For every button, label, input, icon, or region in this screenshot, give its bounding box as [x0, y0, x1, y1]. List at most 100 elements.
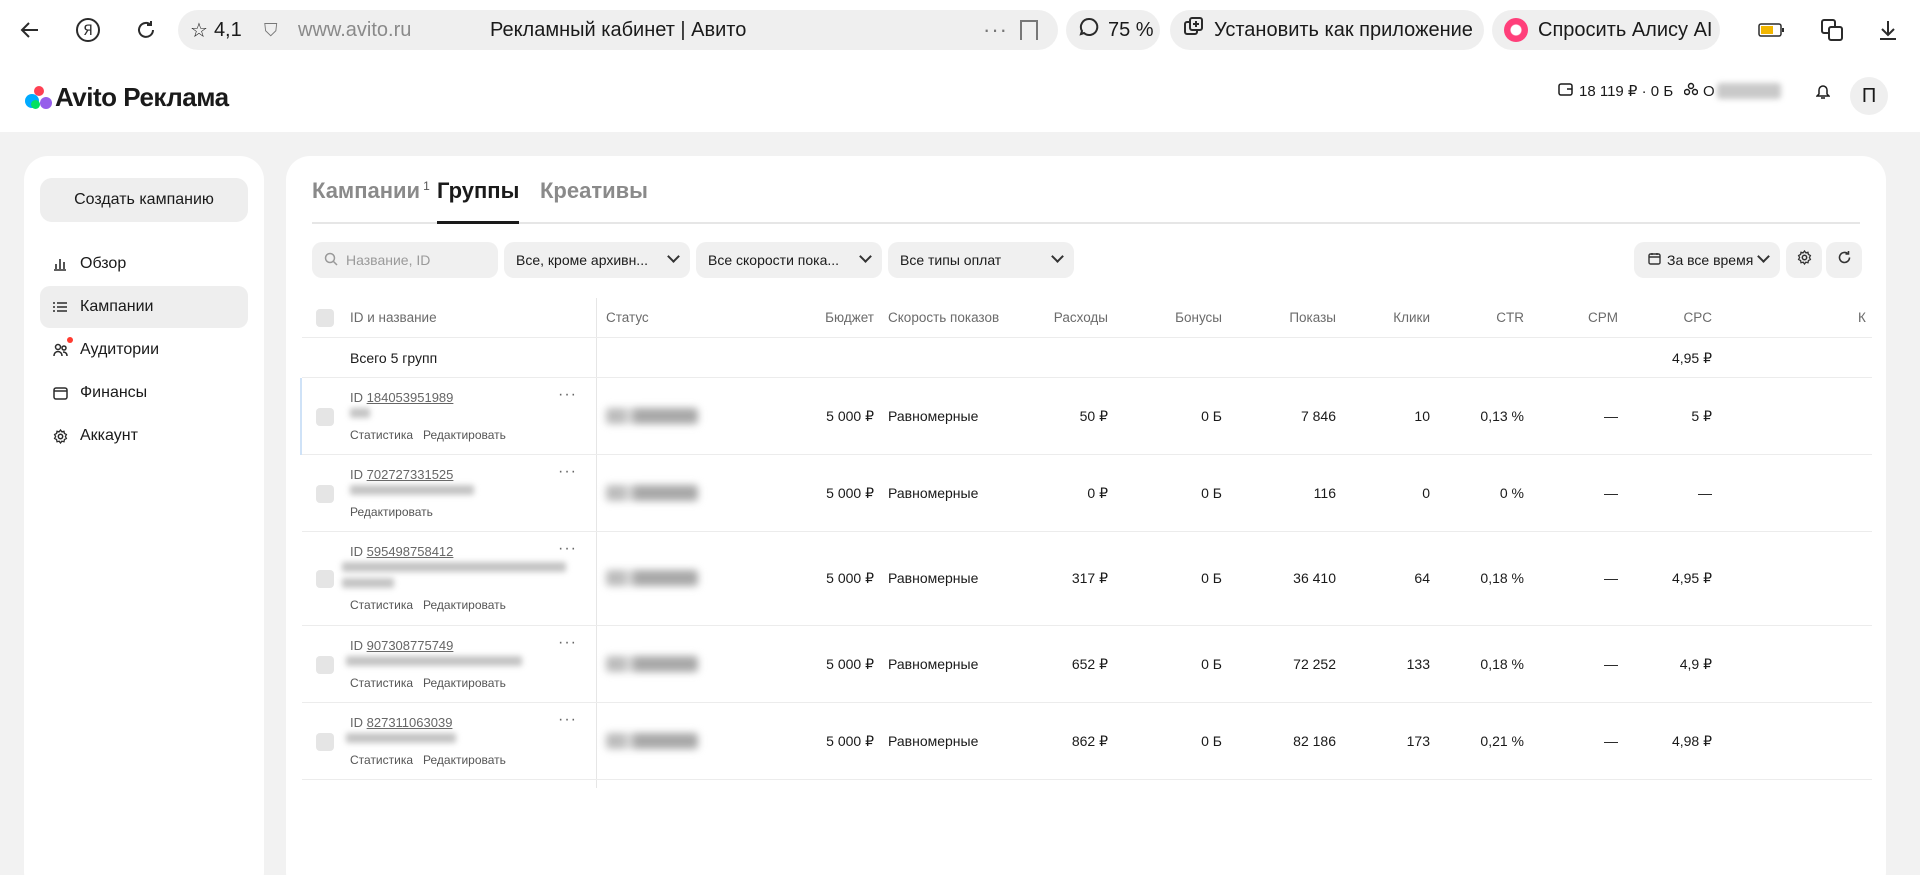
browser-toolbar: Я ☆ 4,1 ⛉ www.avito.ru Рекламный кабинет… — [0, 0, 1920, 60]
table-row[interactable]: ID 702727331525 ··· Редактировать 5 000 … — [302, 455, 1872, 532]
col-impressions[interactable]: Показы — [1232, 310, 1336, 325]
cell-impressions: 36 410 — [1293, 570, 1336, 586]
stats-link[interactable]: Статистика — [350, 676, 413, 690]
create-campaign-button[interactable]: Создать кампанию — [40, 178, 248, 222]
row-id[interactable]: ID 907308775749 — [350, 638, 453, 653]
col-ctr[interactable]: CTR — [1442, 310, 1524, 325]
bell-icon[interactable] — [1816, 84, 1830, 100]
bookmark-icon[interactable] — [1020, 20, 1038, 40]
zoom-button[interactable]: 75 % — [1066, 10, 1160, 50]
chevron-down-icon — [859, 250, 872, 263]
col-spend[interactable]: Расходы — [1022, 310, 1108, 325]
edit-link[interactable]: Редактировать — [423, 676, 506, 690]
group-name-blurred — [342, 578, 394, 588]
total-row: Всего 5 групп 4,95 ₽ — [302, 338, 1872, 378]
table-row[interactable]: ID 827311063039 ··· Статистика Редактиров… — [302, 703, 1872, 780]
more-icon[interactable]: ··· — [983, 17, 1008, 43]
row-checkbox[interactable] — [316, 733, 334, 751]
select-all-checkbox[interactable] — [316, 309, 334, 327]
stats-link[interactable]: Статистика — [350, 753, 413, 767]
row-checkbox[interactable] — [316, 656, 334, 674]
status-filter-dropdown[interactable]: Все, кроме архивн... — [504, 242, 690, 278]
col-cpc[interactable]: CPC — [1632, 310, 1712, 325]
sidebar-item-account[interactable]: Аккаунт — [40, 415, 248, 457]
edit-link[interactable]: Редактировать — [423, 753, 506, 767]
row-more-icon[interactable]: ··· — [558, 634, 577, 652]
col-id-name[interactable]: ID и название — [350, 310, 437, 325]
table-row[interactable]: ID 595498758412 ··· Статистика Редактиров… — [302, 532, 1872, 626]
avito-logo[interactable]: Avito Реклама — [25, 82, 229, 113]
row-checkbox[interactable] — [316, 485, 334, 503]
cell-budget: 5 000 ₽ — [826, 733, 874, 749]
group-name-blurred — [346, 733, 456, 743]
row-more-icon[interactable]: ··· — [558, 711, 577, 729]
group-name-blurred — [350, 408, 370, 418]
address-bar[interactable]: ☆ 4,1 ⛉ www.avito.ru Рекламный кабинет |… — [178, 10, 1058, 50]
row-checkbox[interactable] — [316, 570, 334, 588]
install-icon — [1182, 16, 1204, 44]
balance-widget[interactable]: 18 119 ₽ · 0 Б — [1558, 82, 1673, 100]
cell-clicks: 10 — [1414, 408, 1430, 424]
download-icon[interactable] — [1872, 14, 1904, 46]
sidebar-item-finance[interactable]: Финансы — [40, 372, 248, 414]
table-row[interactable]: ID 184053951989 ··· Статистика Редактиров… — [300, 378, 1872, 455]
col-status[interactable]: Статус — [606, 310, 649, 325]
battery-icon[interactable] — [1756, 14, 1788, 46]
cell-speed: Равномерные — [888, 408, 979, 424]
cell-bonus: 0 Б — [1201, 570, 1222, 586]
translate-icon[interactable] — [1816, 14, 1848, 46]
row-id[interactable]: ID 595498758412 — [350, 544, 453, 559]
col-speed[interactable]: Скорость показов — [888, 310, 999, 325]
reload-icon[interactable] — [130, 14, 162, 46]
chart-icon — [52, 256, 68, 272]
speed-filter-dropdown[interactable]: Все скорости пока... — [696, 242, 882, 278]
tab-campaigns[interactable]: Кампании 1 — [312, 178, 430, 224]
row-id[interactable]: ID 827311063039 — [350, 715, 452, 730]
edit-link[interactable]: Редактировать — [423, 428, 506, 442]
ask-alice-button[interactable]: Спросить Алису AI — [1492, 10, 1720, 50]
row-id[interactable]: ID 184053951989 — [350, 390, 453, 405]
back-icon[interactable] — [14, 14, 46, 46]
sidebar-item-audiences[interactable]: Аудитории — [40, 329, 248, 371]
edit-link[interactable]: Редактировать — [423, 598, 506, 612]
row-actions: Редактировать — [350, 505, 443, 519]
row-id[interactable]: ID 702727331525 — [350, 467, 453, 482]
search-input[interactable]: Название, ID — [312, 242, 498, 278]
row-more-icon[interactable]: ··· — [558, 540, 577, 558]
row-checkbox[interactable] — [316, 408, 334, 426]
row-more-icon[interactable]: ··· — [558, 386, 577, 404]
period-dropdown[interactable]: За все время — [1634, 242, 1780, 278]
cell-cpc: — — [1698, 485, 1712, 501]
list-icon — [52, 299, 68, 315]
col-bonus[interactable]: Бонусы — [1132, 310, 1222, 325]
edit-link[interactable]: Редактировать — [350, 505, 433, 519]
organization-selector[interactable]: О — [1683, 82, 1781, 100]
payment-filter-dropdown[interactable]: Все типы оплат — [888, 242, 1074, 278]
tab-creatives[interactable]: Креативы — [540, 178, 648, 224]
col-cpm[interactable]: CPM — [1532, 310, 1618, 325]
stats-link[interactable]: Статистика — [350, 428, 413, 442]
cell-budget: 5 000 ₽ — [826, 485, 874, 501]
avatar[interactable]: П — [1850, 77, 1888, 115]
row-more-icon[interactable]: ··· — [558, 463, 577, 481]
site-rating[interactable]: ☆ 4,1 — [190, 18, 242, 43]
table-settings-button[interactable] — [1786, 242, 1822, 278]
stats-link[interactable]: Статистика — [350, 598, 413, 612]
col-more[interactable]: К — [1858, 310, 1866, 325]
tab-groups[interactable]: Группы — [437, 178, 520, 224]
sidebar-item-campaigns[interactable]: Кампании — [40, 286, 248, 328]
col-clicks[interactable]: Клики — [1342, 310, 1430, 325]
install-app-button[interactable]: Установить как приложение — [1170, 10, 1484, 50]
cell-bonus: 0 Б — [1201, 485, 1222, 501]
cell-spend: 0 ₽ — [1087, 485, 1108, 501]
chevron-down-icon — [667, 250, 680, 263]
yandex-icon[interactable]: Я — [72, 14, 104, 46]
sidebar-item-overview[interactable]: Обзор — [40, 243, 248, 285]
group-name-blurred — [346, 656, 522, 666]
table-row[interactable]: ID 907308775749 ··· Статистика Редактиров… — [302, 626, 1872, 703]
refresh-button[interactable] — [1826, 242, 1862, 278]
sidebar: Создать кампанию Обзор Кампании Аудитори… — [24, 156, 264, 875]
sidebar-item-label: Аккаунт — [80, 427, 138, 444]
cell-ctr: 0 % — [1499, 485, 1524, 501]
col-budget[interactable]: Бюджет — [772, 310, 874, 325]
